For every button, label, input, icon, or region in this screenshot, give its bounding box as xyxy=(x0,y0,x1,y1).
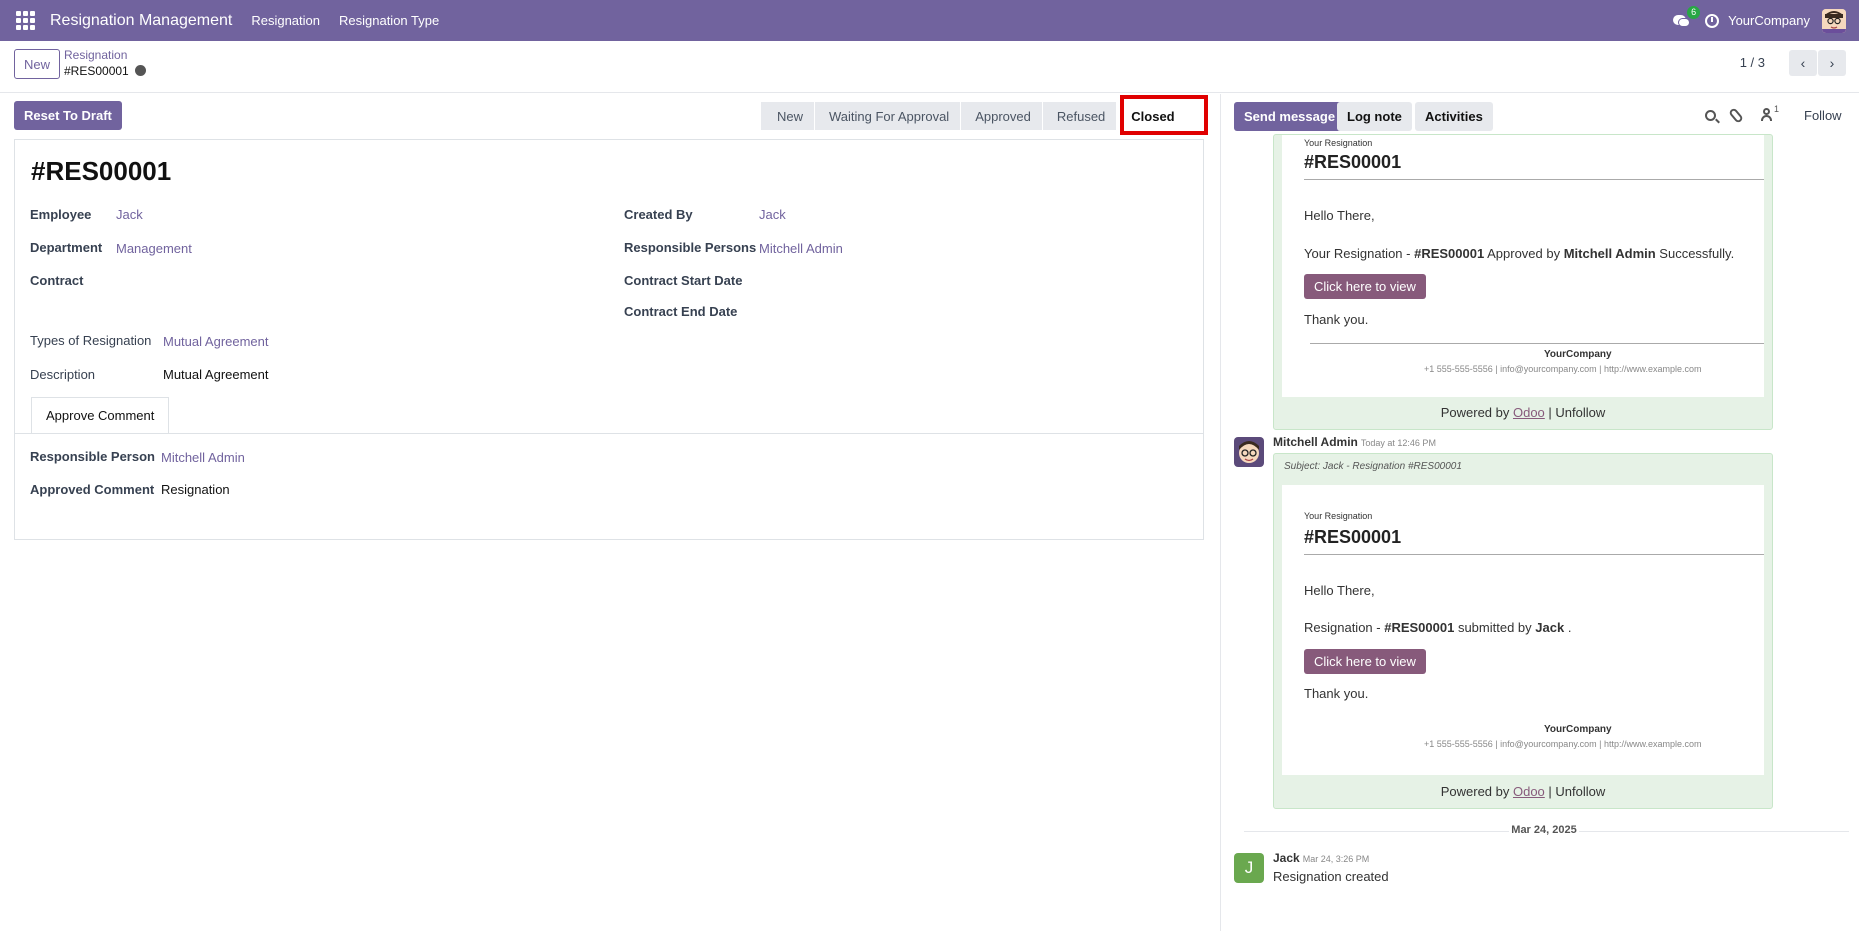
search-icon[interactable] xyxy=(1705,110,1716,121)
mail-divider xyxy=(1304,179,1764,180)
message-date: Mar 24, 3:26 PM xyxy=(1302,854,1370,864)
mail-heading-small: Your Resignation xyxy=(1304,511,1373,521)
user-avatar[interactable] xyxy=(1822,8,1846,33)
pager-value[interactable]: 1 / 3 xyxy=(1740,55,1765,70)
types-of-resignation-field[interactable]: Mutual Agreement xyxy=(163,334,269,349)
mail-body: Your Resignation #RES00001 Hello There, … xyxy=(1282,485,1764,775)
department-field[interactable]: Management xyxy=(116,241,192,256)
mail-greeting: Hello There, xyxy=(1304,208,1375,223)
follower-count: 1 xyxy=(1774,104,1780,114)
record-reference: #RES00001 xyxy=(31,156,172,186)
reset-to-draft-button[interactable]: Reset To Draft xyxy=(14,101,122,130)
chevron-right-icon: › xyxy=(1829,55,1835,71)
control-panel: New Resignation #RES00001 1 / 3 ‹ › xyxy=(0,41,1859,93)
powered-by: Powered by Odoo | Unfollow xyxy=(1440,405,1606,420)
odoo-link[interactable]: Odoo xyxy=(1513,784,1545,799)
form-sheet: #RES00001 Employee Jack Department Manag… xyxy=(14,139,1204,540)
mail-company: YourCompany xyxy=(1544,349,1612,360)
stage-closed[interactable]: Closed xyxy=(1117,102,1187,130)
message-author: Jack Mar 24, 3:26 PM xyxy=(1273,851,1370,865)
stage-new[interactable]: New xyxy=(761,102,816,130)
approved-comment-label: Approved Comment xyxy=(30,482,155,497)
tab-approve-comment[interactable]: Approve Comment xyxy=(31,397,170,434)
stage-approved[interactable]: Approved xyxy=(961,102,1043,130)
message-subject: Subject: Jack - Resignation #RES00001 xyxy=(1284,461,1462,472)
mail-thanks: Thank you. xyxy=(1304,686,1369,701)
department-label: Department xyxy=(30,240,103,255)
employee-field[interactable]: Jack xyxy=(116,207,143,222)
top-navbar: Resignation Management Resignation Resig… xyxy=(0,0,1859,41)
gear-icon[interactable] xyxy=(135,65,146,76)
contract-start-date-label: Contract Start Date xyxy=(624,273,743,288)
stage-pipeline: New Waiting For Approval Approved Refuse… xyxy=(761,102,1187,130)
mail-body: Your Resignation #RES00001 Hello There, … xyxy=(1282,135,1764,397)
activity-clock-icon[interactable] xyxy=(1705,13,1720,28)
mail-footer-divider xyxy=(1310,343,1764,344)
avatar[interactable]: J xyxy=(1234,853,1264,883)
mail-company: YourCompany xyxy=(1544,724,1612,735)
mail-message: Subject: Jack - Resignation #RES00001 Yo… xyxy=(1273,453,1773,809)
contract-end-date-label: Contract End Date xyxy=(624,304,738,319)
date-separator: Mar 24, 2025 xyxy=(1509,824,1579,836)
mail-greeting: Hello There, xyxy=(1304,583,1375,598)
messaging-icon[interactable]: 6 xyxy=(1673,5,1701,28)
company-switcher[interactable]: YourCompany xyxy=(1728,13,1810,28)
message-author: Mitchell Admin Today at 12:46 PM xyxy=(1273,435,1436,449)
status-bar: Reset To Draft New Waiting For Approval … xyxy=(0,94,1220,140)
mail-thanks: Thank you. xyxy=(1304,312,1369,327)
mail-body-text: Your Resignation - #RES00001 Approved by… xyxy=(1304,246,1735,261)
contract-label: Contract xyxy=(30,273,84,288)
odoo-link[interactable]: Odoo xyxy=(1513,405,1545,420)
pager-previous-button[interactable]: ‹ xyxy=(1789,50,1817,76)
created-by-label: Created By xyxy=(624,207,693,222)
mail-reference: #RES00001 xyxy=(1304,527,1402,547)
powered-by: Powered by Odoo | Unfollow xyxy=(1440,784,1606,799)
breadcrumb-parent[interactable]: Resignation xyxy=(64,48,127,62)
messaging-badge: 6 xyxy=(1687,5,1701,19)
mail-message: Your Resignation #RES00001 Hello There, … xyxy=(1273,134,1773,430)
click-here-to-view-button[interactable]: Click here to view xyxy=(1304,649,1426,674)
mail-body-text: Resignation - #RES00001 submitted by Jac… xyxy=(1304,620,1572,635)
responsible-person-field[interactable]: Mitchell Admin xyxy=(161,450,245,465)
description-field[interactable]: Mutual Agreement xyxy=(163,367,269,382)
approved-comment-field[interactable]: Resignation xyxy=(161,482,230,497)
responsible-persons-label: Responsible Persons xyxy=(624,240,757,255)
log-note-button[interactable]: Log note xyxy=(1337,102,1412,131)
employee-label: Employee xyxy=(30,207,92,222)
mail-reference: #RES00001 xyxy=(1304,152,1402,172)
send-message-button[interactable]: Send message xyxy=(1234,102,1346,131)
pager-next-button[interactable]: › xyxy=(1818,50,1846,76)
tab-divider xyxy=(15,433,1203,434)
activities-button[interactable]: Activities xyxy=(1415,102,1493,131)
chevron-left-icon: ‹ xyxy=(1800,55,1806,71)
stage-refused[interactable]: Refused xyxy=(1042,102,1118,130)
followers-icon[interactable] xyxy=(1761,108,1772,122)
stage-waiting-for-approval[interactable]: Waiting For Approval xyxy=(815,102,962,130)
new-button[interactable]: New xyxy=(14,49,60,79)
chatter: Send message Log note Activities 1 Follo… xyxy=(1220,94,1859,931)
message-body: Resignation created xyxy=(1273,869,1389,884)
mail-contact: +1 555-555-5556 | info@yourcompany.com |… xyxy=(1424,739,1702,749)
mail-divider xyxy=(1304,554,1764,555)
breadcrumb-current: #RES00001 xyxy=(64,64,129,78)
click-here-to-view-button[interactable]: Click here to view xyxy=(1304,274,1426,299)
description-label: Description xyxy=(30,367,96,382)
apps-menu-icon[interactable] xyxy=(14,10,36,32)
message-date: Today at 12:46 PM xyxy=(1360,438,1436,448)
nav-resignation-type[interactable]: Resignation Type xyxy=(339,13,439,28)
responsible-persons-field[interactable]: Mitchell Admin xyxy=(759,241,843,256)
avatar[interactable] xyxy=(1234,437,1264,467)
responsible-person-label: Responsible Person xyxy=(30,449,155,464)
nav-resignation[interactable]: Resignation xyxy=(251,13,320,28)
mail-heading-small: Your Resignation xyxy=(1304,138,1373,148)
paperclip-icon[interactable] xyxy=(1728,107,1744,124)
types-of-resignation-label: Types of Resignation xyxy=(30,333,152,348)
mail-contact: +1 555-555-5556 | info@yourcompany.com |… xyxy=(1424,364,1702,374)
follow-button[interactable]: Follow xyxy=(1804,108,1842,123)
created-by-field[interactable]: Jack xyxy=(759,207,786,222)
app-name[interactable]: Resignation Management xyxy=(50,12,232,30)
